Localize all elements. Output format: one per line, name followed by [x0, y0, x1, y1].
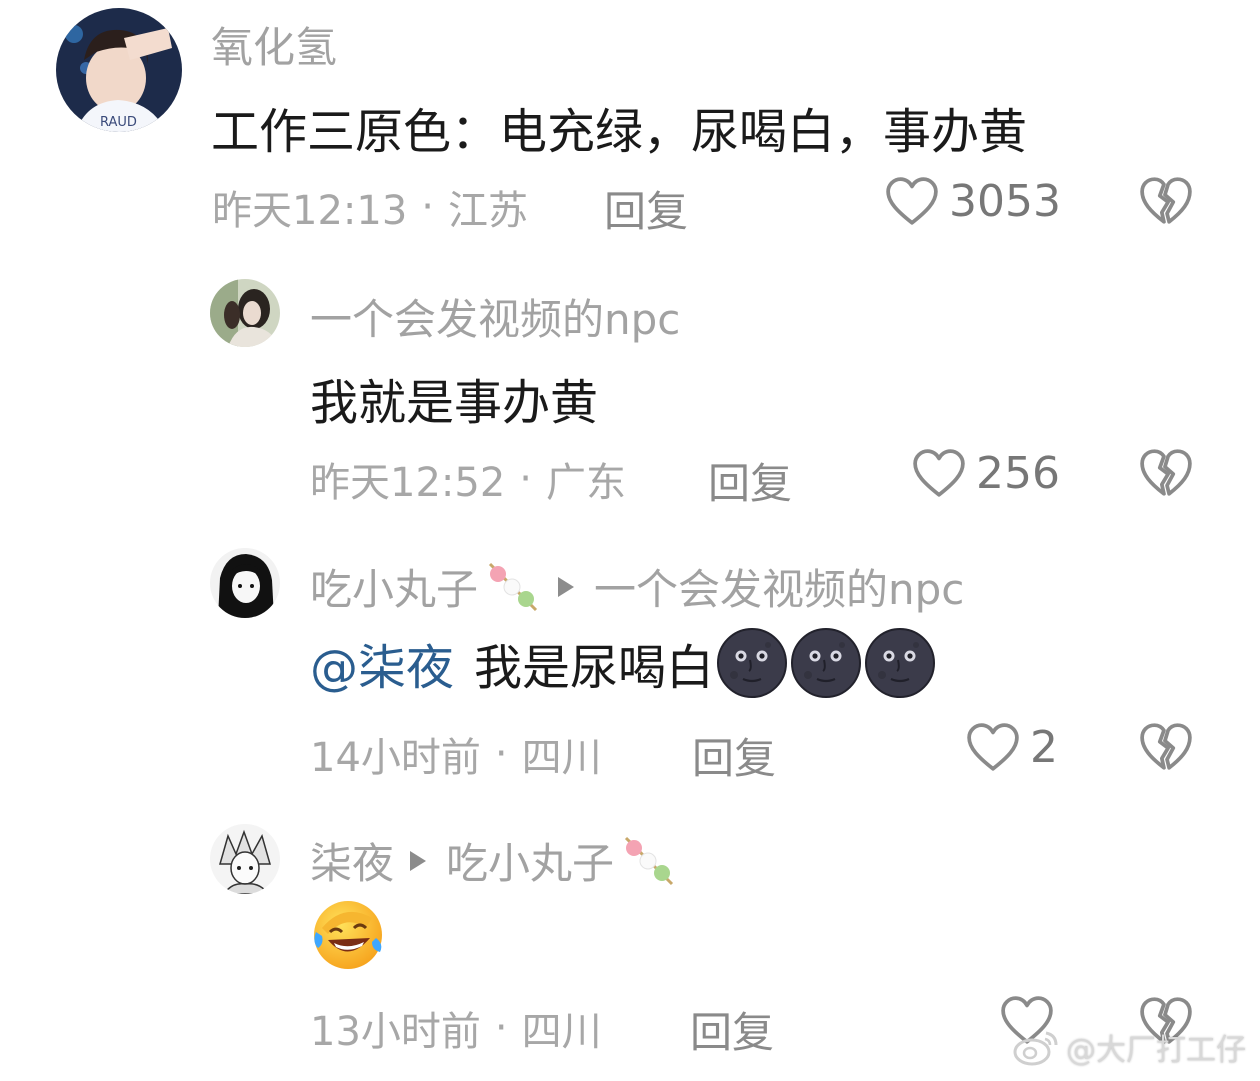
reply-button[interactable]: 回复	[690, 999, 774, 1060]
avatar[interactable]	[210, 824, 280, 894]
play-triangle-icon	[410, 850, 427, 871]
watermark: @大厂打工仔	[1012, 1025, 1246, 1069]
reply-to-username[interactable]: 吃小丸子	[446, 830, 614, 891]
dango-emoji	[620, 836, 678, 886]
weibo-logo-icon	[1013, 1031, 1058, 1066]
meta-separator: ·	[494, 1005, 508, 1051]
comment-4: 柒夜 吃小丸子 13小时前 · 四川 回复	[0, 0, 1260, 1081]
comment-meta: 13小时前 · 四川	[310, 999, 602, 1057]
comment-location: 四川	[521, 1009, 602, 1055]
reply-username[interactable]: 柒夜	[310, 830, 394, 891]
comment-time: 13小时前	[310, 1009, 481, 1055]
comment-text	[310, 898, 386, 972]
comment-username: 柒夜 吃小丸子	[310, 830, 678, 891]
rolling-laughing-emoji	[314, 901, 382, 969]
watermark-text: @大厂打工仔	[1066, 1033, 1246, 1068]
